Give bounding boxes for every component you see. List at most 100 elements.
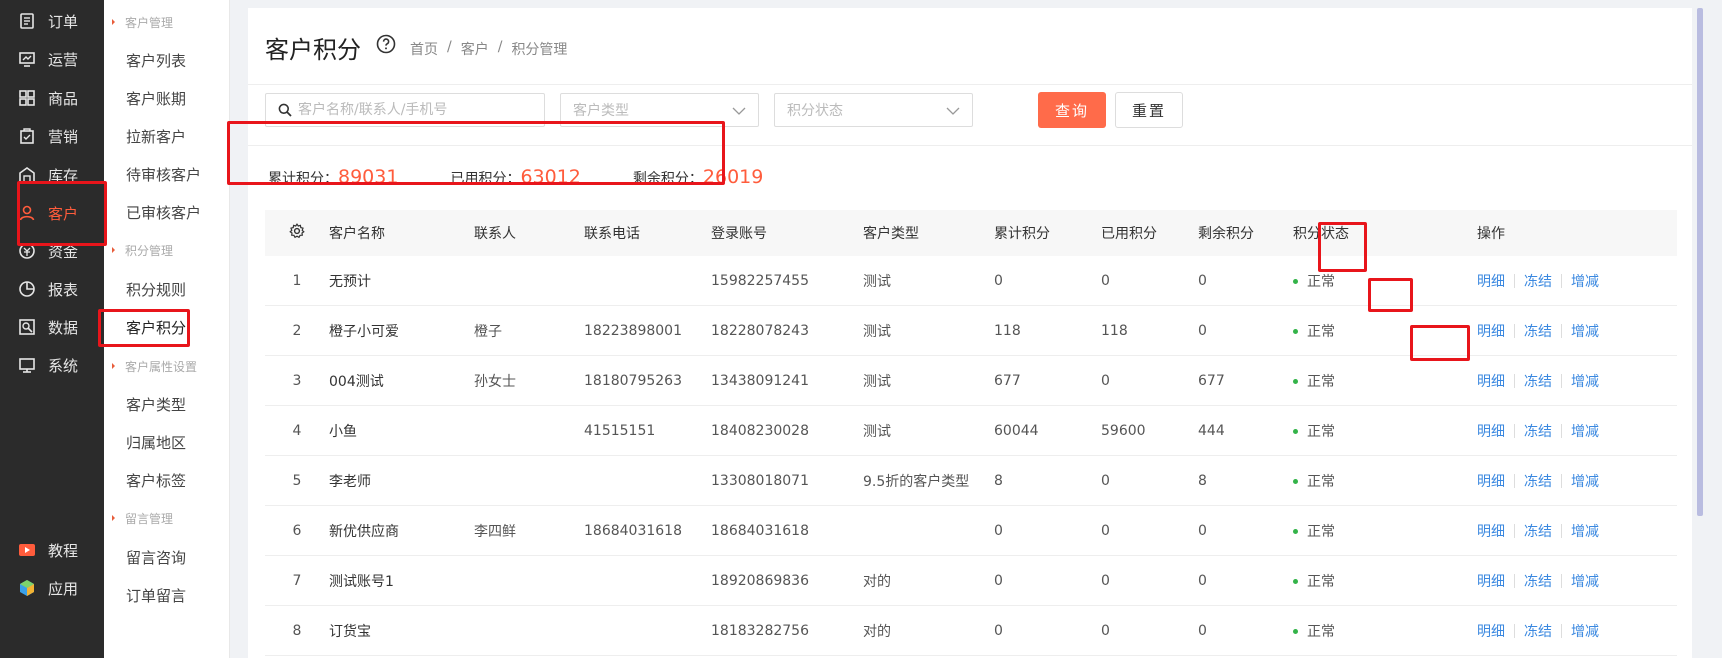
detail-link[interactable]: 明细 — [1477, 371, 1505, 391]
detail-link[interactable]: 明细 — [1477, 271, 1505, 291]
total-points-value: 89031 — [338, 166, 399, 188]
cell-remaining-points: 677 — [1198, 372, 1225, 389]
freeze-link[interactable]: 冻结 — [1524, 271, 1552, 291]
cell-row-index: 1 — [292, 272, 302, 289]
cell-customer-name: 004测试 — [329, 373, 384, 390]
divider — [248, 145, 1692, 146]
cell-customer-type: 9.5折的客户类型 — [863, 473, 970, 490]
chevron-down-icon — [946, 107, 960, 115]
adjust-link[interactable]: 增减 — [1571, 271, 1599, 291]
detail-link[interactable]: 明细 — [1477, 621, 1505, 641]
nav-item-warehouse[interactable]: 库存 — [0, 154, 104, 196]
freeze-link[interactable]: 冻结 — [1524, 571, 1552, 591]
nav-group-title: 积分管理 — [104, 238, 230, 262]
sub-nav-item[interactable]: 客户类型 — [104, 384, 230, 424]
cell-customer-type: 测试 — [863, 423, 891, 440]
cell-row-index: 6 — [292, 522, 302, 539]
sub-nav-item[interactable]: 待审核客户 — [104, 154, 230, 194]
sub-nav-item[interactable]: 拉新客户 — [104, 116, 230, 156]
nav-item-label: 报表 — [48, 280, 79, 299]
main-panel: 客户积分 首页 / 客户 / 积分管理 客户类型 积分状态 查询 重置 累计积分… — [248, 8, 1692, 658]
cell-points-status: 正常 — [1293, 521, 1477, 541]
sub-nav-item[interactable]: 归属地区 — [104, 422, 230, 462]
sub-nav-item[interactable]: 客户积分 — [104, 307, 230, 347]
nav-item-label: 商品 — [48, 89, 79, 108]
cell-used-points: 0 — [1101, 522, 1110, 539]
nav-item-marketing[interactable]: 营销 — [0, 115, 104, 157]
sub-nav-item[interactable]: 已审核客户 — [104, 192, 230, 232]
table-row: 7 测试账号1 18920869836 对的 0 0 0 正常 明细 冻结 增减 — [265, 556, 1677, 606]
cell-points-status: 正常 — [1293, 471, 1477, 491]
search-input[interactable] — [298, 102, 538, 118]
cell-remaining-points: 0 — [1198, 572, 1207, 589]
freeze-link[interactable]: 冻结 — [1524, 321, 1552, 341]
nav-item-report[interactable]: 报表 — [0, 268, 104, 310]
column-settings[interactable] — [265, 223, 329, 243]
cell-points-status: 正常 — [1293, 371, 1477, 391]
detail-link[interactable]: 明细 — [1477, 471, 1505, 491]
nav-item-label: 系统 — [48, 356, 79, 375]
sub-nav-item[interactable]: 客户标签 — [104, 460, 230, 500]
cell-contact: 李四鲜 — [474, 523, 516, 540]
status-dot — [1293, 629, 1298, 634]
table-row: 4 小鱼 41515151 18408230028 测试 60044 59600 444 正常 明… — [265, 406, 1677, 456]
help-icon[interactable] — [374, 32, 398, 56]
reset-button[interactable]: 重置 — [1115, 92, 1183, 128]
adjust-link[interactable]: 增减 — [1571, 521, 1599, 541]
sub-nav-item[interactable]: 积分规则 — [104, 269, 230, 309]
cell-login-account: 18684031618 — [711, 522, 809, 539]
adjust-link[interactable]: 增减 — [1571, 421, 1599, 441]
nav-item-data[interactable]: 数据 — [0, 306, 104, 348]
nav-group-title: 客户管理 — [104, 10, 230, 34]
freeze-link[interactable]: 冻结 — [1524, 371, 1552, 391]
breadcrumb-points: 积分管理 — [511, 42, 568, 58]
detail-link[interactable]: 明细 — [1477, 571, 1505, 591]
freeze-link[interactable]: 冻结 — [1524, 421, 1552, 441]
query-button[interactable]: 查询 — [1038, 92, 1106, 128]
customer-type-select[interactable]: 客户类型 — [560, 93, 759, 127]
adjust-link[interactable]: 增减 — [1571, 371, 1599, 391]
detail-link[interactable]: 明细 — [1477, 521, 1505, 541]
status-text: 正常 — [1307, 423, 1335, 440]
sub-nav-item[interactable]: 留言咨询 — [104, 537, 230, 577]
adjust-link[interactable]: 增减 — [1571, 471, 1599, 491]
used-points-value: 63012 — [520, 166, 581, 188]
nav-item-system[interactable]: 系统 — [0, 344, 104, 386]
points-summary: 累计积分： 89031 已用积分： 63012 剩余积分： 26019 — [268, 166, 815, 188]
freeze-link[interactable]: 冻结 — [1524, 521, 1552, 541]
adjust-link[interactable]: 增减 — [1571, 321, 1599, 341]
nav-item-user[interactable]: 客户 — [0, 192, 104, 234]
divider — [1561, 623, 1562, 638]
freeze-link[interactable]: 冻结 — [1524, 621, 1552, 641]
detail-link[interactable]: 明细 — [1477, 421, 1505, 441]
points-status-select[interactable]: 积分状态 — [774, 93, 973, 127]
nav-item-app[interactable]: 应用 — [0, 567, 104, 609]
cell-row-index: 7 — [292, 572, 302, 589]
status-dot — [1293, 279, 1298, 284]
gear-icon[interactable] — [289, 223, 305, 239]
divider — [1514, 423, 1515, 438]
vertical-scrollbar[interactable] — [1697, 8, 1703, 516]
sub-nav-item[interactable]: 订单留言 — [104, 575, 230, 615]
sub-nav-item[interactable]: 客户列表 — [104, 40, 230, 80]
cell-login-account: 18408230028 — [711, 422, 809, 439]
nav-item-goods[interactable]: 商品 — [0, 77, 104, 119]
breadcrumb-customer[interactable]: 客户 — [461, 39, 489, 59]
table-row: 6 新优供应商 李四鲜 18684031618 18684031618 0 0 0 正常 明细 冻结… — [265, 506, 1677, 556]
nav-item-money[interactable]: 资金 — [0, 230, 104, 272]
sub-nav-item[interactable]: 客户账期 — [104, 78, 230, 118]
cell-used-points: 0 — [1101, 472, 1110, 489]
detail-link[interactable]: 明细 — [1477, 321, 1505, 341]
nav-item-order[interactable]: 订单 — [0, 0, 104, 42]
divider — [1561, 373, 1562, 388]
nav-item-operation[interactable]: 运营 — [0, 38, 104, 80]
adjust-link[interactable]: 增减 — [1571, 571, 1599, 591]
adjust-link[interactable]: 增减 — [1571, 621, 1599, 641]
nav-item-video[interactable]: 教程 — [0, 529, 104, 571]
divider — [1561, 273, 1562, 288]
money-icon — [18, 242, 36, 260]
freeze-link[interactable]: 冻结 — [1524, 471, 1552, 491]
breadcrumb-home[interactable]: 首页 — [410, 39, 438, 59]
cell-customer-type: 测试 — [863, 373, 891, 390]
cell-total-points: 677 — [994, 372, 1021, 389]
